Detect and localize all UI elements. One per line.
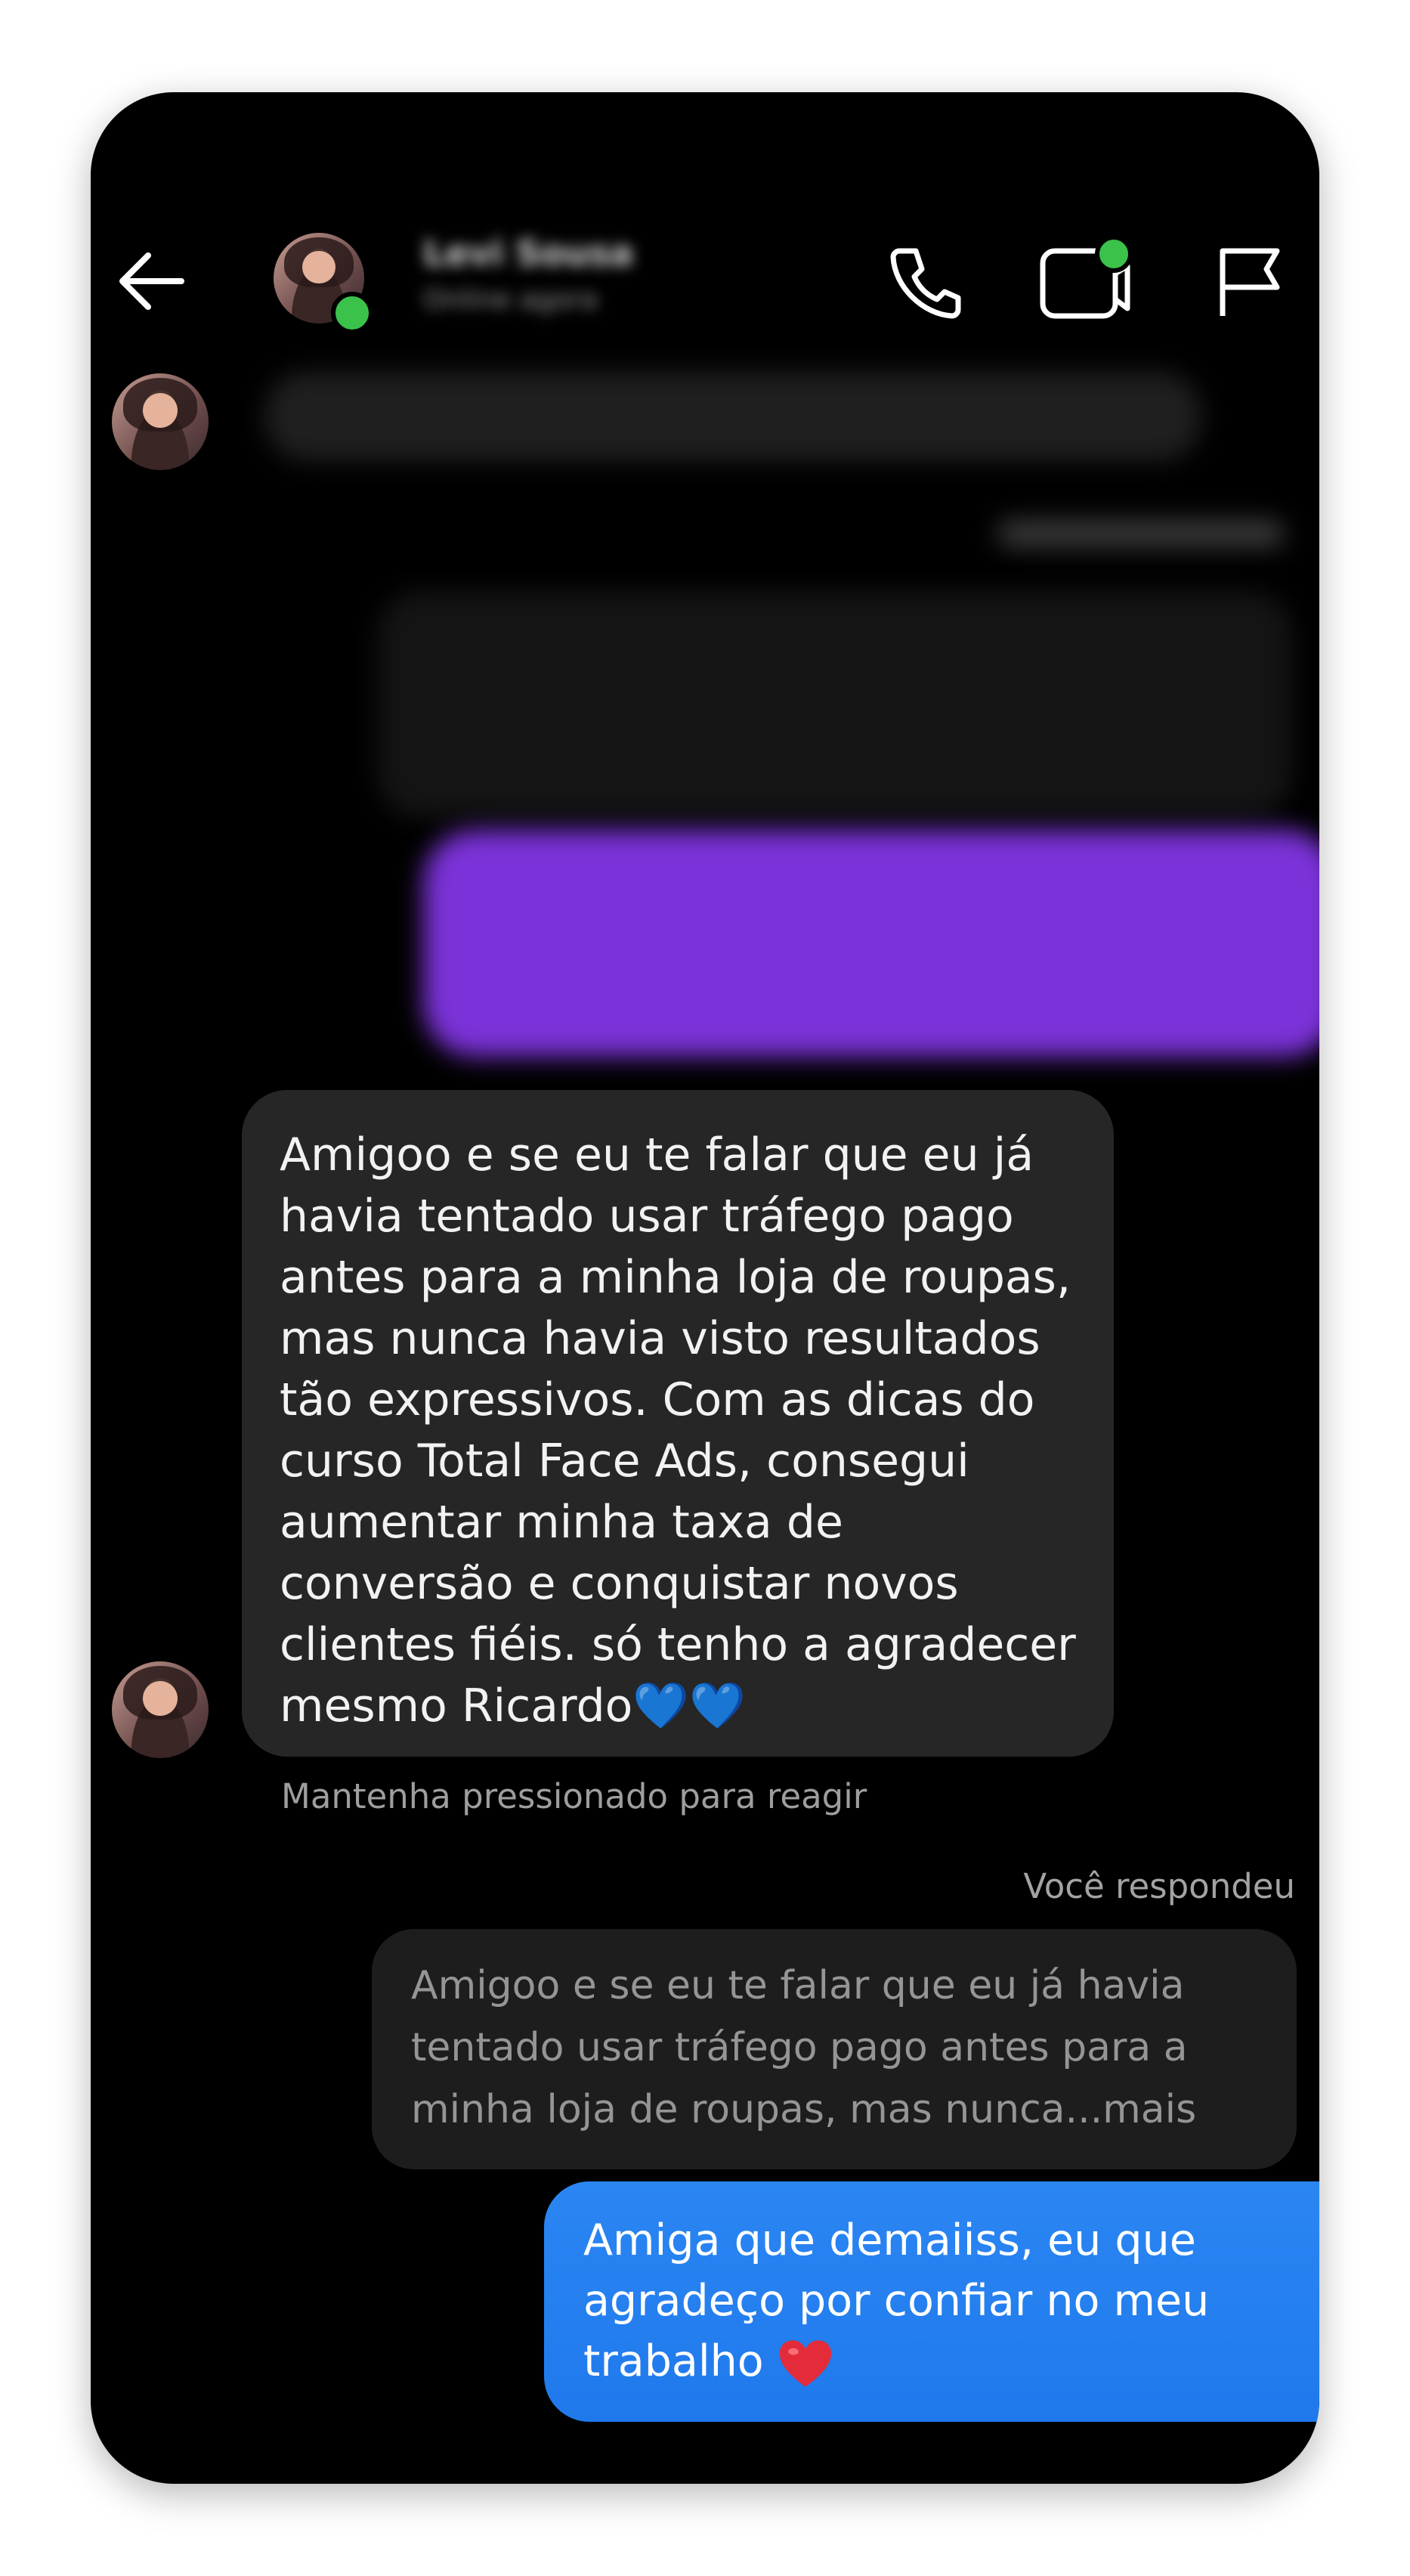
contact-name[interactable]: Levi Sousa bbox=[423, 233, 650, 274]
quoted-reply-text: Amigoo e se eu te falar que eu já havia … bbox=[411, 1963, 1197, 2132]
contact-avatar-small bbox=[112, 1661, 209, 1758]
heart-emoji-icon bbox=[779, 2340, 831, 2388]
blurred-message-2 bbox=[378, 591, 1292, 818]
incoming-message-bubble[interactable]: Amigoo e se eu te falar que eu já havia … bbox=[242, 1090, 1114, 1757]
contact-avatar-small bbox=[112, 373, 209, 470]
blurred-message-1 bbox=[264, 372, 1201, 461]
quoted-reply-bubble[interactable]: Amigoo e se eu te falar que eu já havia … bbox=[372, 1929, 1297, 2169]
contact-status: Online agora bbox=[423, 284, 598, 315]
react-hint: Mantenha pressionado para reagir bbox=[281, 1776, 867, 1816]
outgoing-message-text: Amiga que demaiiss, eu que agradeço por … bbox=[583, 2215, 1210, 2386]
video-call-icon[interactable] bbox=[1035, 236, 1133, 327]
phone-screen: Levi Sousa Online agora Amigoo e se eu t… bbox=[91, 92, 1319, 2484]
back-arrow-icon[interactable] bbox=[106, 236, 196, 327]
blurred-timestamp bbox=[997, 520, 1285, 547]
you-replied-label: Você respondeu bbox=[1023, 1866, 1295, 1906]
blurred-message-3-purple bbox=[423, 830, 1319, 1057]
flag-icon[interactable] bbox=[1207, 240, 1291, 324]
outgoing-message-bubble[interactable]: Amiga que demaiiss, eu que agradeço por … bbox=[544, 2181, 1319, 2422]
online-status-indicator bbox=[331, 292, 373, 334]
blue-hearts-emoji: 💙💙 bbox=[632, 1680, 746, 1732]
phone-icon[interactable] bbox=[883, 240, 966, 324]
incoming-message-text: Amigoo e se eu te falar que eu já havia … bbox=[280, 1129, 1076, 1732]
